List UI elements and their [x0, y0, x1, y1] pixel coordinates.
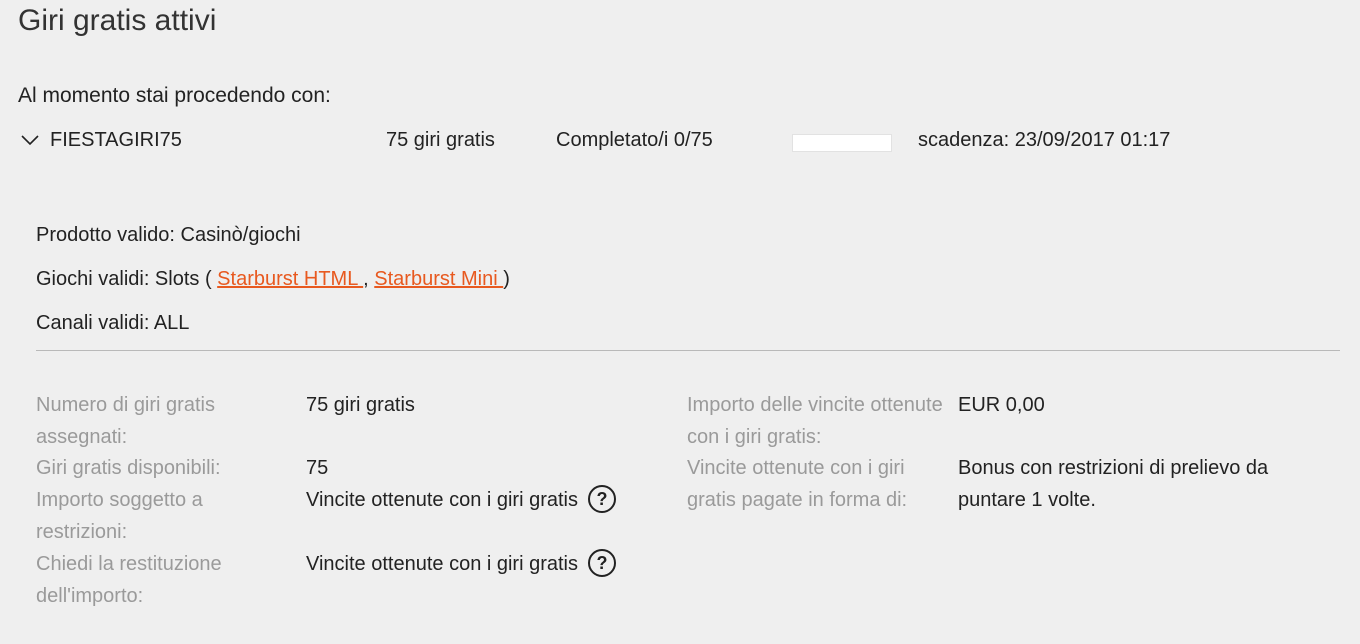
games-separator: ,	[363, 268, 375, 290]
winnings-value: EUR 0,00	[958, 394, 1045, 416]
restricted-value: Vincite ottenute con i giri gratis	[306, 489, 579, 511]
page-title: Giri gratis attivi	[18, 4, 217, 37]
game-link-starburst-html[interactable]: Starburst HTML	[217, 268, 363, 290]
refund-label: Chiedi la restituzione dell'importo:	[36, 553, 222, 607]
progress-text: Completato/i 0/75	[556, 129, 713, 151]
refund-value: Vincite ottenute con i giri gratis	[306, 553, 579, 575]
expiry-date: scadenza: 23/09/2017 01:17	[918, 129, 1171, 151]
restricted-value-row: Vincite ottenute con i giri gratis?	[306, 484, 617, 516]
restricted-label: Importo soggetto a restrizioni:	[36, 489, 203, 543]
winnings-label: Importo delle vincite ottenute con i gir…	[687, 394, 943, 448]
assigned-label: Numero di giri gratis assegnati:	[36, 394, 215, 448]
intro-text: Al momento stai procedendo con:	[18, 84, 331, 107]
chevron-down-icon[interactable]	[20, 130, 40, 150]
valid-channels: Canali validi: ALL	[36, 312, 190, 334]
paid-label: Vincite ottenute con i giri gratis pagat…	[687, 457, 908, 511]
divider	[36, 350, 1340, 351]
bonus-spins: 75 giri gratis	[386, 129, 495, 151]
refund-value-row: Vincite ottenute con i giri gratis?	[306, 548, 617, 580]
valid-games: Giochi validi: Slots ( Starburst HTML , …	[36, 266, 1340, 310]
assigned-value: 75 giri gratis	[306, 394, 415, 416]
available-value: 75	[306, 457, 329, 479]
valid-games-prefix: Giochi validi: Slots (	[36, 268, 218, 290]
progress-bar	[792, 134, 892, 152]
valid-games-suffix: )	[503, 268, 510, 290]
valid-product: Prodotto valido: Casinò/giochi	[36, 224, 301, 246]
available-label: Giri gratis disponibili:	[36, 457, 221, 479]
paid-value: Bonus con restrizioni di prelievo da pun…	[958, 457, 1269, 511]
question-circle-icon[interactable]: ?	[588, 548, 617, 577]
game-link-starburst-mini[interactable]: Starburst Mini	[374, 268, 503, 290]
question-circle-icon[interactable]: ?	[588, 484, 617, 513]
bonus-code: FIESTAGIRI75	[50, 129, 182, 151]
bonus-details: Prodotto valido: Casinò/giochi Giochi va…	[36, 222, 1340, 354]
bonus-row[interactable]: FIESTAGIRI75 75 giri gratis Completato/i…	[18, 126, 1338, 156]
